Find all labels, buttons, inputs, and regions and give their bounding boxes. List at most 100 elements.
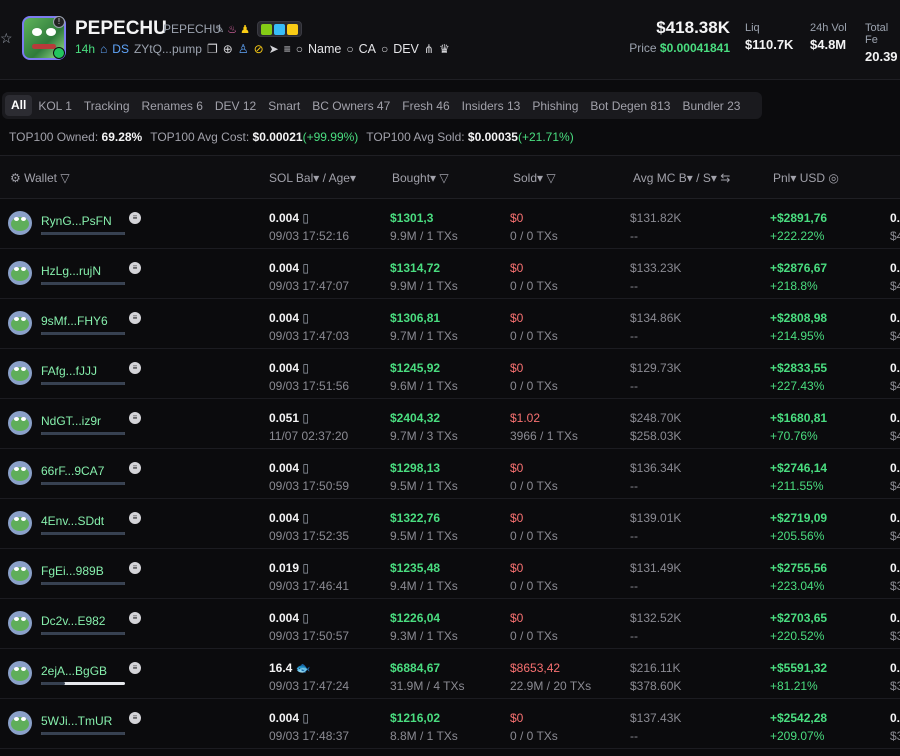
wallet-tag-icon[interactable]: ≡ [129,662,141,674]
wallet-tag-icon[interactable]: ≡ [129,212,141,224]
wallet-tag-icon[interactable]: ≡ [129,412,141,424]
tab-renames[interactable]: Renames 6 [136,99,209,113]
bought-column-header[interactable]: Bought▾ ▽ [392,171,449,185]
tab-fresh[interactable]: Fresh 46 [396,99,455,113]
tab-bundler[interactable]: Bundler 23 [676,99,746,113]
usd-header-label[interactable]: USD [800,171,825,185]
wallet-tag-icon[interactable]: ≡ [129,562,141,574]
wallet-tag-icon[interactable]: ≡ [129,362,141,374]
sold-column-header[interactable]: Sold▾ ▽ [513,171,556,185]
remaining-cell: 0. $4 [890,259,900,295]
filter-icon[interactable]: ▽ [439,171,448,185]
wallet-tag-icon[interactable]: ≡ [129,462,141,474]
wallet-avatar[interactable] [8,361,32,385]
search-name-link[interactable]: Name [308,42,341,56]
wallet-address-link[interactable]: HzLg...rujN [41,264,101,278]
search-ca-link[interactable]: CA [359,42,376,56]
home-icon[interactable]: ⌂ [100,42,107,56]
crown-icon[interactable]: ♛ [439,42,450,56]
user-icon[interactable]: ♙ [238,42,249,56]
tab-insiders[interactable]: Insiders 13 [456,99,527,113]
wallet-address-link[interactable]: 4Env...SDdt [41,514,104,528]
sol-balance-cell: 0.004 ▯ 09/03 17:47:07 [269,259,349,295]
bought-detail: 9.7M / 1 TXs [390,329,458,343]
tab-tracking[interactable]: Tracking [78,99,136,113]
tab-bot-degen[interactable]: Bot Degen 813 [584,99,676,113]
table-row[interactable]: Dc2v...E982 ≡ 0.004 ▯ 09/03 17:50:57 $12… [0,599,900,649]
wallet-tag-icon[interactable]: ≡ [129,612,141,624]
table-row[interactable]: RynG...PsFN ≡ 0.004 ▯ 09/03 17:52:16 $13… [0,199,900,249]
wallet-address-link[interactable]: FgEi...989B [41,564,104,578]
swap-icon[interactable]: ⇆ [720,171,730,185]
tab-all[interactable]: All [5,95,33,116]
sort-icon[interactable]: ▾ [711,171,717,185]
wallet-address-link[interactable]: 66rF...9CA7 [41,464,104,478]
wallet-avatar[interactable] [8,261,32,285]
search-dev-link[interactable]: DEV [393,42,419,56]
tab-kol[interactable]: KOL 1 [32,99,78,113]
avgmc-column-header[interactable]: Avg MC B▾ / S▾ ⇆ [633,171,730,185]
avgcost-label: TOP100 Avg Cost: [150,130,250,144]
wallet-tag-icon[interactable]: ≡ [129,512,141,524]
wallet-address-link[interactable]: Dc2v...E982 [41,614,105,628]
wallet-address-link[interactable]: 2ejA...BgGB [41,664,107,678]
wallet-address-link[interactable]: 5WJi...TmUR [41,714,112,728]
table-row[interactable]: 9sMf...FHY6 ≡ 0.004 ▯ 09/03 17:47:03 $13… [0,299,900,349]
holding-bar-fill [41,432,125,435]
tab-smart[interactable]: Smart [262,99,306,113]
list-icon[interactable]: ≡ [284,42,291,56]
settings-icon[interactable]: ⚙ [10,171,21,185]
ds-link[interactable]: DS [112,42,129,56]
filter-icon[interactable]: ▽ [60,171,69,185]
remaining-value: 0. [890,361,900,375]
wallet-avatar[interactable] [8,461,32,485]
tab-phishing[interactable]: Phishing [526,99,584,113]
sol-balance: 16.4 [269,661,293,675]
wallet-avatar[interactable] [8,561,32,585]
pnl-column-header[interactable]: Pnl▾ USD ◎ [773,171,839,185]
warning-icon[interactable]: ⊘ [254,42,264,56]
wallet-avatar[interactable] [8,611,32,635]
table-row[interactable]: 4Env...SDdt ≡ 0.004 ▯ 09/03 17:52:35 $13… [0,499,900,549]
wallet-avatar[interactable] [8,311,32,335]
edit-icon[interactable]: ✎ [215,23,224,36]
tab-bc-owners[interactable]: BC Owners 47 [306,99,396,113]
globe-icon[interactable]: ⊕ [223,42,233,56]
sort-icon[interactable]: ▾ [313,171,319,185]
wallet-address-link[interactable]: FAfg...fJJJ [41,364,97,378]
sort-icon[interactable]: ▾ [430,171,436,185]
filter-icon[interactable]: ▽ [546,171,555,185]
solbal-column-header[interactable]: SOL Bal▾ / Age▾ [269,171,356,185]
sort-icon[interactable]: ▾ [790,171,796,185]
table-row[interactable]: 5WJi...TmUR ≡ 0.004 ▯ 09/03 17:48:37 $12… [0,699,900,749]
sort-icon[interactable]: ▾ [350,171,356,185]
contract-address[interactable]: ZYtQ...pump [134,42,202,56]
currency-toggle-icon[interactable]: ◎ [828,171,838,185]
wallet-address-link[interactable]: 9sMf...FHY6 [41,314,108,328]
wallet-avatar[interactable] [8,711,32,735]
table-row[interactable]: 2ejA...BgGB ≡ 16.4 🐟 09/03 17:47:24 $688… [0,649,900,699]
table-row[interactable]: FgEi...989B ≡ 0.019 ▯ 09/03 17:46:41 $12… [0,549,900,599]
copy-icon[interactable]: ❐ [207,42,218,56]
info-icon[interactable]: ! [53,16,65,28]
wallet-address-link[interactable]: NdGT...iz9r [41,414,101,428]
table-row[interactable]: NdGT...iz9r ≡ 0.051 ▯ 11/07 02:37:20 $24… [0,399,900,449]
wallet-avatar[interactable] [8,511,32,535]
sort-icon[interactable]: ▾ [687,171,693,185]
wallet-tag-icon[interactable]: ≡ [129,312,141,324]
table-row[interactable]: HzLg...rujN ≡ 0.004 ▯ 09/03 17:47:07 $13… [0,249,900,299]
share-icon[interactable]: ⋔ [424,42,434,56]
wallet-address-link[interactable]: RynG...PsFN [41,214,112,228]
wallet-column-header[interactable]: ⚙ Wallet ▽ [10,171,70,185]
wallet-tag-icon[interactable]: ≡ [129,712,141,724]
wallet-tag-icon[interactable]: ≡ [129,262,141,274]
sort-icon[interactable]: ▾ [537,171,543,185]
wallet-avatar[interactable] [8,411,32,435]
wallet-avatar[interactable] [8,661,32,685]
table-row[interactable]: 66rF...9CA7 ≡ 0.004 ▯ 09/03 17:50:59 $12… [0,449,900,499]
table-row[interactable]: FAfg...fJJJ ≡ 0.004 ▯ 09/03 17:51:56 $12… [0,349,900,399]
telegram-icon[interactable]: ➤ [269,42,279,56]
star-icon[interactable]: ☆ [0,30,14,46]
wallet-avatar[interactable] [8,211,32,235]
tab-dev[interactable]: DEV 12 [209,99,262,113]
